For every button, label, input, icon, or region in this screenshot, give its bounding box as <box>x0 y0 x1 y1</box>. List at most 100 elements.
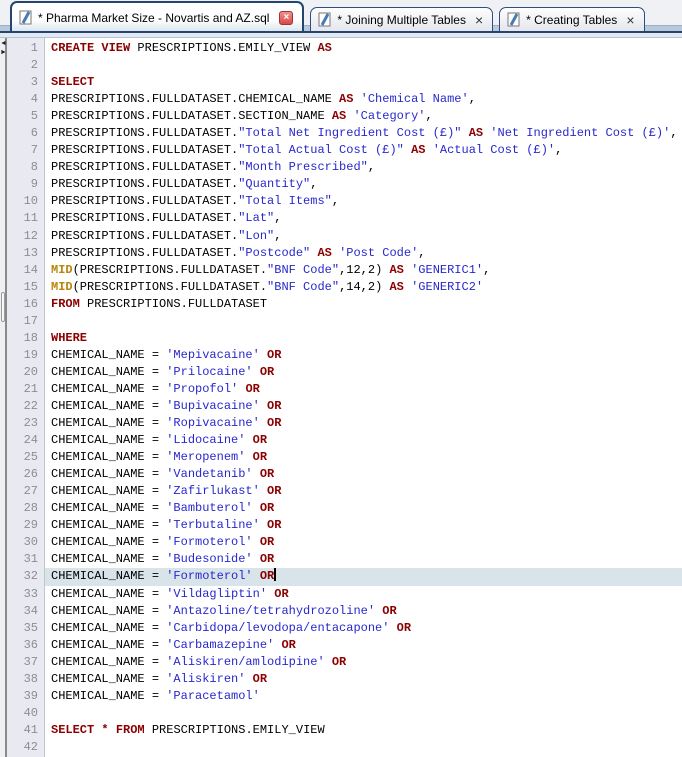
code-line[interactable]: CHEMICAL_NAME = 'Bambuterol' OR <box>45 500 682 517</box>
code-line[interactable]: CHEMICAL_NAME = 'Vildagliptin' OR <box>45 586 682 603</box>
line-number: 35 <box>23 620 38 635</box>
code-line[interactable]: PRESCRIPTIONS.FULLDATASET."Lat", <box>45 210 682 227</box>
splitter-handle[interactable] <box>1 292 5 322</box>
code-line[interactable]: PRESCRIPTIONS.FULLDATASET."Quantity", <box>45 176 682 193</box>
line-number: 21 <box>23 381 38 396</box>
line-number: 28 <box>23 501 38 516</box>
splitter-collapse-right-icon[interactable]: ► <box>0 49 7 57</box>
code-line[interactable]: PRESCRIPTIONS.FULLDATASET.CHEMICAL_NAME … <box>45 91 682 108</box>
line-number: 23 <box>23 416 38 431</box>
tab-label: * Joining Multiple Tables <box>337 12 466 27</box>
code-line[interactable]: CHEMICAL_NAME = 'Terbutaline' OR <box>45 517 682 534</box>
line-number: 39 <box>23 688 38 703</box>
line-number: 11 <box>23 211 38 226</box>
line-number: 33 <box>23 586 38 601</box>
line-number: 29 <box>23 518 38 533</box>
line-number: 24 <box>23 433 38 448</box>
code-line[interactable] <box>45 57 682 74</box>
line-number: 38 <box>23 671 38 686</box>
line-number: 13 <box>23 245 38 260</box>
tab-pharma-market-size[interactable]: * Pharma Market Size - Novartis and AZ.s… <box>10 1 305 31</box>
line-number: 3 <box>30 75 38 90</box>
code-line[interactable]: CHEMICAL_NAME = 'Meropenem' OR <box>45 449 682 466</box>
line-number: 26 <box>23 467 38 482</box>
line-number: 27 <box>23 484 38 499</box>
code-line[interactable]: PRESCRIPTIONS.FULLDATASET."Total Actual … <box>45 142 682 159</box>
sql-file-icon <box>507 12 520 27</box>
line-number: 8 <box>30 160 38 175</box>
line-number: 15 <box>23 279 38 294</box>
code-line[interactable]: CHEMICAL_NAME = 'Budesonide' OR <box>45 551 682 568</box>
code-line[interactable] <box>45 739 682 756</box>
close-icon[interactable]: × <box>279 10 294 25</box>
line-number: 36 <box>23 637 38 652</box>
code-line[interactable]: CHEMICAL_NAME = 'Bupivacaine' OR <box>45 398 682 415</box>
line-number: 31 <box>23 552 38 567</box>
code-line[interactable]: CHEMICAL_NAME = 'Paracetamol' <box>45 688 682 705</box>
code-line[interactable]: CHEMICAL_NAME = 'Prilocaine' OR <box>45 364 682 381</box>
code-line[interactable]: SELECT * FROM PRESCRIPTIONS.EMILY_VIEW <box>45 722 682 739</box>
line-number: 17 <box>23 313 38 328</box>
code-line[interactable]: MID(PRESCRIPTIONS.FULLDATASET."BNF Code"… <box>45 262 682 279</box>
code-line[interactable]: CHEMICAL_NAME = 'Antazoline/tetrahydrozo… <box>45 603 682 620</box>
line-number: 9 <box>30 177 38 192</box>
tab-label: * Pharma Market Size - Novartis and AZ.s… <box>38 10 270 25</box>
code-line[interactable]: CHEMICAL_NAME = 'Ropivacaine' OR <box>45 415 682 432</box>
code-area[interactable]: CREATE VIEW PRESCRIPTIONS.EMILY_VIEW AS S… <box>45 38 682 757</box>
code-line[interactable]: CHEMICAL_NAME = 'Aliskiren' OR <box>45 671 682 688</box>
line-number: 20 <box>23 364 38 379</box>
code-line[interactable]: FROM PRESCRIPTIONS.FULLDATASET <box>45 296 682 313</box>
line-number: 37 <box>23 654 38 669</box>
code-line[interactable]: CHEMICAL_NAME = 'Zafirlukast' OR <box>45 483 682 500</box>
line-number: 32 <box>23 569 38 584</box>
code-line[interactable]: PRESCRIPTIONS.FULLDATASET."Postcode" AS … <box>45 245 682 262</box>
code-line[interactable]: CHEMICAL_NAME = 'Propofol' OR <box>45 381 682 398</box>
code-line[interactable]: CHEMICAL_NAME = 'Vandetanib' OR <box>45 466 682 483</box>
line-number: 1 <box>30 41 38 55</box>
text-cursor <box>274 568 277 582</box>
splitter-collapse-left-icon[interactable]: ◄ <box>0 40 7 48</box>
code-line[interactable]: SELECT <box>45 74 682 91</box>
code-line[interactable] <box>45 313 682 330</box>
line-number: 30 <box>23 535 38 550</box>
line-number: 6 <box>30 126 38 141</box>
line-number: 7 <box>30 143 38 158</box>
code-line[interactable]: CHEMICAL_NAME = 'Mepivacaine' OR <box>45 347 682 364</box>
code-line[interactable]: PRESCRIPTIONS.FULLDATASET."Total Net Ing… <box>45 125 682 142</box>
code-line[interactable]: CHEMICAL_NAME = 'Formoterol' OR <box>45 534 682 551</box>
code-line[interactable]: PRESCRIPTIONS.FULLDATASET."Lon", <box>45 228 682 245</box>
vertical-splitter[interactable]: ◄ ► <box>0 38 7 757</box>
code-line[interactable]: CHEMICAL_NAME = 'Carbamazepine' OR <box>45 637 682 654</box>
code-line[interactable]: WHERE <box>45 330 682 347</box>
code-line[interactable]: CREATE VIEW PRESCRIPTIONS.EMILY_VIEW AS <box>45 40 682 57</box>
code-line[interactable]: PRESCRIPTIONS.FULLDATASET."Month Prescri… <box>45 159 682 176</box>
line-number: 14 <box>23 262 38 277</box>
line-number: 18 <box>23 330 38 345</box>
close-icon[interactable]: × <box>626 13 634 27</box>
tab-label: * Creating Tables <box>526 12 618 27</box>
code-line[interactable]: CHEMICAL_NAME = 'Lidocaine' OR <box>45 432 682 449</box>
line-number: 34 <box>23 603 38 618</box>
line-number: 19 <box>23 347 38 362</box>
line-number: 4 <box>30 92 38 107</box>
line-number: 2 <box>30 58 38 73</box>
line-number: 12 <box>23 228 38 243</box>
tab-joining-multiple-tables[interactable]: * Joining Multiple Tables × <box>310 7 494 31</box>
code-line[interactable] <box>45 705 682 722</box>
code-line-current[interactable]: CHEMICAL_NAME = 'Formoterol' OR <box>45 568 682 586</box>
line-number: 25 <box>23 450 38 465</box>
line-number-gutter: 1 2 3 4 5 6 7 8 9 10 11 12 13 14 15 16 17 18 19 20 21 22 23 24 2… <box>7 38 45 757</box>
tab-creating-tables[interactable]: * Creating Tables × <box>499 7 645 31</box>
line-number: 40 <box>23 705 38 720</box>
code-line[interactable]: MID(PRESCRIPTIONS.FULLDATASET."BNF Code"… <box>45 279 682 296</box>
line-number: 41 <box>23 722 38 737</box>
code-line[interactable]: CHEMICAL_NAME = 'Aliskiren/amlodipine' O… <box>45 654 682 671</box>
close-icon[interactable]: × <box>475 13 483 27</box>
code-line[interactable]: PRESCRIPTIONS.FULLDATASET.SECTION_NAME A… <box>45 108 682 125</box>
code-line[interactable]: PRESCRIPTIONS.FULLDATASET."Total Items", <box>45 193 682 210</box>
sql-file-icon <box>19 10 32 25</box>
line-number: 42 <box>23 739 38 754</box>
line-number: 16 <box>23 296 38 311</box>
line-number: 10 <box>23 194 38 209</box>
code-line[interactable]: CHEMICAL_NAME = 'Carbidopa/levodopa/enta… <box>45 620 682 637</box>
